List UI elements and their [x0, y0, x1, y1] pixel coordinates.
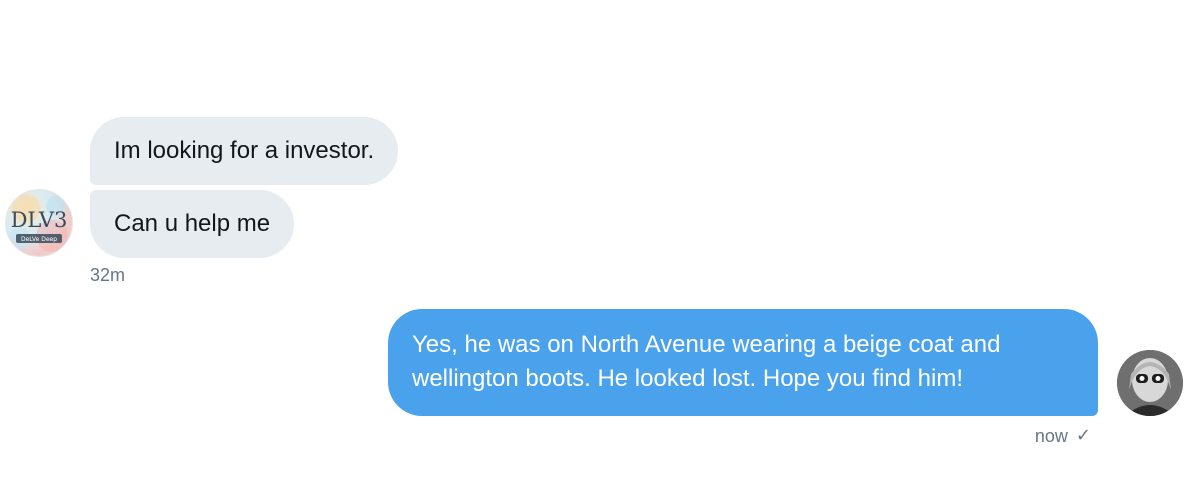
message-text: Im looking for a investor. [114, 137, 375, 164]
svg-text:DeLVe Deep: DeLVe Deep [21, 236, 57, 243]
message-text: Can u help me [114, 210, 271, 237]
user-avatar[interactable] [1117, 350, 1183, 416]
svg-text:DLV3: DLV3 [11, 208, 68, 232]
sender-avatar[interactable]: DLV3 DeLVe Deep [5, 189, 73, 257]
message-text: Yes, he was on North Avenue wearing a be… [412, 331, 1001, 392]
incoming-message[interactable]: Im looking for a investor. [90, 117, 399, 185]
checkmark-icon: ✓ [1075, 425, 1091, 446]
incoming-message[interactable]: Can u help me [90, 190, 295, 258]
outgoing-message[interactable]: Yes, he was on North Avenue wearing a be… [388, 309, 1098, 416]
outgoing-status: now ✓ [1034, 425, 1091, 447]
conversation-view: DLV3 DeLVe Deep Im looking for a investo… [0, 0, 1200, 502]
outgoing-timestamp: now [1034, 426, 1068, 446]
user-photo-icon [1117, 350, 1183, 416]
delve-deep-logo-icon: DLV3 DeLVe Deep [9, 194, 68, 252]
incoming-timestamp: 32m [90, 265, 126, 285]
